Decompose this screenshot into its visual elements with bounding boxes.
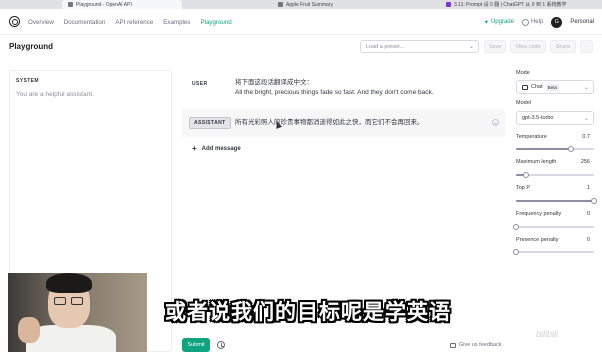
nav-playground[interactable]: Playground (200, 19, 231, 26)
preset-select[interactable]: Load a preset... ⌄ (360, 40, 479, 53)
top-p-value[interactable]: 1 (587, 185, 590, 191)
webcam-person-hand (18, 317, 40, 343)
chevron-down-icon: ⌄ (583, 84, 589, 91)
model-value: gpt-3.5-turbo (522, 115, 554, 121)
presence-penalty-value[interactable]: 0 (587, 237, 590, 243)
max-length-value[interactable]: 256 (581, 159, 590, 165)
chat-icon (522, 84, 528, 90)
system-input[interactable]: You are a helpful assistant. (16, 91, 94, 98)
nav-overview[interactable]: Overview (28, 19, 54, 26)
presence-penalty-slider[interactable] (513, 249, 594, 255)
save-button[interactable]: Save (484, 40, 506, 53)
slider-thumb[interactable] (567, 146, 574, 152)
slider-thumb[interactable] (523, 172, 530, 178)
webcam-person-hair (46, 273, 92, 293)
message-assistant[interactable]: ASSISTANT 所有光彩照人的珍贵事物都消逝得如此之快，而它们不会再回来。 (182, 109, 505, 137)
top-p-slider[interactable] (516, 198, 597, 204)
plus-icon: + (192, 144, 197, 153)
model-select[interactable]: gpt-3.5-turbo ⌄ (516, 111, 594, 125)
model-label: Model (516, 100, 531, 106)
remove-message-icon[interactable] (492, 119, 499, 126)
account-label[interactable]: Personal (570, 19, 594, 25)
glasses-icon (54, 297, 66, 305)
upgrade-label: Upgrade (490, 19, 514, 25)
chevron-down-icon: ⌄ (583, 115, 589, 122)
message-text[interactable]: 将下面这段话翻译成中文： All the bright, precious th… (235, 78, 434, 98)
submit-button[interactable]: Submit (182, 338, 210, 352)
system-label: SYSTEM (16, 78, 39, 84)
top-p-label: Top P (516, 185, 531, 191)
more-options-button[interactable]: ··· (580, 40, 593, 53)
message-line: 将下面这段话翻译成中文： (235, 79, 313, 86)
video-subtitle: 或者说我们的目标呢是学英语 (165, 301, 451, 324)
openai-favicon-icon (68, 2, 73, 7)
beta-badge: Beta (545, 83, 559, 91)
view-code-button[interactable]: View code (510, 40, 546, 53)
add-message-label: Add message (201, 145, 241, 152)
slider-thumb[interactable] (513, 249, 519, 255)
message-line: 所有光彩照人的珍贵事物都消逝得如此之快，而它们不会再回来。 (235, 119, 424, 126)
share-button[interactable]: Share (550, 40, 576, 53)
bilibili-watermark: bilibili (536, 329, 559, 339)
slider-fill (516, 200, 594, 202)
browser-tab-course[interactable]: 3.11: Prompt 设 0 翻 | ChatGPT 从 0 到 1 系统教… (440, 0, 600, 9)
message-text[interactable]: 所有光彩照人的珍贵事物都消逝得如此之快，而它们不会再回来。 (235, 118, 424, 128)
upgrade-star-icon: ✦ (483, 19, 489, 26)
max-length-slider[interactable] (516, 172, 594, 178)
slider-thumb[interactable] (591, 198, 597, 204)
course-favicon-icon (446, 2, 451, 7)
page-title: Playground (9, 42, 54, 51)
message-line: All the bright, precious things fade so … (235, 89, 434, 96)
role-toggle-user[interactable]: USER (192, 81, 208, 87)
browser-tabstrip: Playground - OpenAI API Apple Fruit Summ… (0, 0, 602, 9)
max-length-label: Maximum length (516, 159, 557, 165)
mode-select[interactable]: Chat Beta ⌄ (516, 80, 594, 94)
role-toggle-assistant[interactable]: ASSISTANT (189, 117, 231, 129)
help-link[interactable]: Help (521, 18, 544, 26)
nav-right: ✦ Upgrade Help G Personal (484, 9, 594, 35)
openai-favicon-icon (278, 2, 283, 7)
frequency-penalty-value[interactable]: 0 (587, 211, 590, 217)
browser-tab-label: 3.11: Prompt 设 0 翻 | ChatGPT 从 0 到 1 系统教… (454, 2, 567, 8)
feedback-link[interactable]: Give us feedback (450, 342, 502, 348)
browser-tab-playground[interactable]: Playground - OpenAI API (62, 0, 182, 9)
help-circle-icon (521, 18, 529, 26)
preset-placeholder: Load a preset... (366, 44, 405, 50)
openai-logo-icon[interactable] (9, 16, 20, 27)
temperature-value[interactable]: 0.7 (582, 134, 590, 140)
mode-label: Mode (516, 70, 530, 76)
browser-tab-apple[interactable]: Apple Fruit Summary (272, 0, 422, 9)
feedback-label: Give us feedback (459, 342, 502, 348)
presence-penalty-label: Presence penalty (516, 237, 559, 243)
upgrade-link[interactable]: ✦ Upgrade (484, 19, 514, 26)
nav-links: Overview Documentation API reference Exa… (28, 9, 232, 35)
temperature-slider[interactable] (516, 146, 594, 152)
message-user[interactable]: USER 将下面这段话翻译成中文： All the bright, precio… (182, 74, 505, 106)
nav-examples[interactable]: Examples (163, 19, 190, 26)
frequency-penalty-label: Frequency penalty (516, 211, 562, 217)
nav-api-reference[interactable]: API reference (115, 19, 153, 26)
mode-value: Chat (531, 84, 543, 90)
browser-tab-label: Apple Fruit Summary (286, 1, 333, 8)
add-message-button[interactable]: + Add message (192, 144, 241, 153)
feedback-icon (450, 342, 456, 348)
history-icon[interactable] (217, 341, 225, 349)
webcam-video-overlay (8, 273, 147, 352)
nav-documentation[interactable]: Documentation (64, 19, 106, 26)
frequency-penalty-slider[interactable] (513, 224, 594, 230)
chevron-down-icon: ⌄ (468, 44, 474, 50)
top-nav: Overview Documentation API reference Exa… (0, 9, 602, 35)
help-label: Help (530, 19, 544, 25)
temperature-label: Temperature (516, 134, 547, 140)
glasses-icon (71, 297, 83, 305)
avatar[interactable]: G (551, 16, 563, 28)
slider-fill (516, 148, 571, 150)
browser-tab-label: Playground - OpenAI API (76, 1, 132, 8)
playground-header: Playground Load a preset... ⌄ Save View … (0, 36, 602, 58)
slider-thumb[interactable] (513, 224, 519, 230)
